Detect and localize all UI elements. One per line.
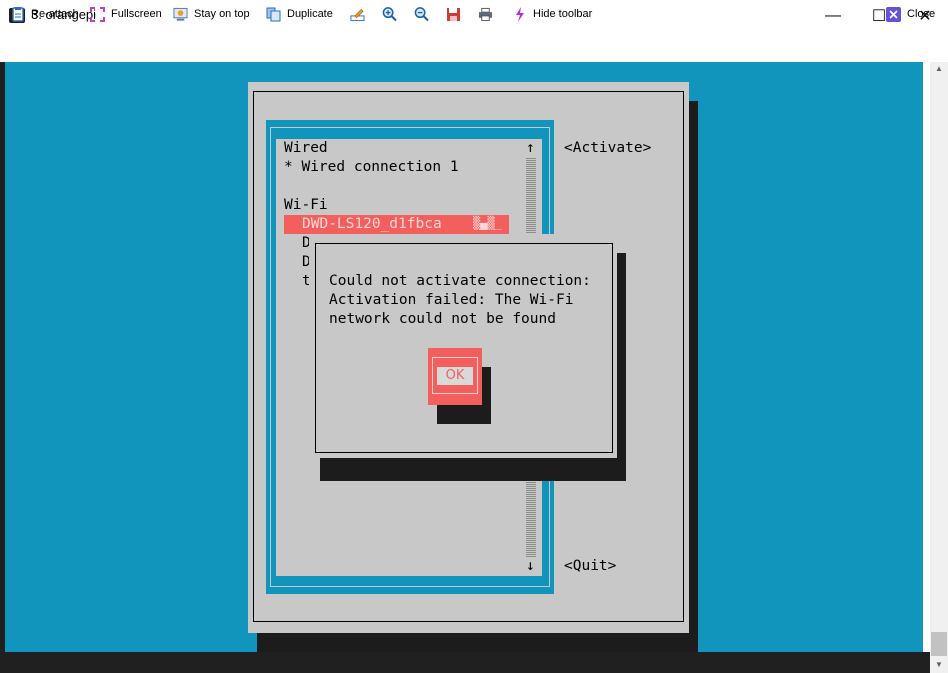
stay-on-top-label: Stay on top xyxy=(194,8,250,20)
edit-icon xyxy=(350,7,365,22)
reattach-button[interactable]: Re-attach xyxy=(10,4,79,24)
zoom-out-button[interactable] xyxy=(414,4,435,24)
scrollbar-thumb[interactable] xyxy=(931,632,947,656)
zoom-in-button[interactable] xyxy=(382,4,403,24)
hide-toolbar-label: Hide toolbar xyxy=(533,8,593,20)
wifi-header: Wi-Fi xyxy=(284,197,328,213)
dialog-message-line-3: network could not be found xyxy=(329,311,556,327)
fullscreen-button[interactable]: Fullscreen xyxy=(90,4,162,24)
stay-on-top-icon xyxy=(173,7,188,22)
list-item-wired-connection-1[interactable]: * Wired connection 1 xyxy=(284,159,459,175)
stay-on-top-button[interactable]: Stay on top xyxy=(173,4,250,24)
close-label: Close xyxy=(907,8,936,20)
zoom-in-icon xyxy=(382,7,397,22)
wifi-ssid-selected: DWD-LS120_d1fbca xyxy=(302,216,442,232)
save-icon xyxy=(446,7,461,22)
print-icon xyxy=(478,7,493,22)
wifi-signal-icon: ▒▄▒_ xyxy=(473,216,502,230)
print-button[interactable] xyxy=(478,4,499,24)
list-scroll-down-icon[interactable]: ↓ xyxy=(526,558,535,574)
edit-button[interactable] xyxy=(350,4,371,24)
dialog-message-line-1: Could not activate connection: xyxy=(329,273,591,289)
ok-button-label[interactable]: OK xyxy=(437,367,473,385)
duplicate-label: Duplicate xyxy=(287,8,333,20)
duplicate-icon xyxy=(266,7,281,22)
scroll-up-icon[interactable]: ▲ xyxy=(930,62,948,76)
hide-toolbar-button[interactable]: Hide toolbar xyxy=(512,4,592,24)
list-scroll-up-icon[interactable]: ↑ xyxy=(526,140,535,156)
wired-header: Wired xyxy=(284,140,328,156)
fullscreen-label: Fullscreen xyxy=(111,8,162,20)
close-button[interactable]: Close xyxy=(886,4,935,24)
minimize-button[interactable]: — xyxy=(810,0,856,31)
toolbar xyxy=(0,31,948,58)
dialog-message-line-2: Activation failed: The Wi-Fi xyxy=(329,292,574,308)
activate-button[interactable]: <Activate> xyxy=(564,140,651,156)
hide-toolbar-icon xyxy=(512,6,527,22)
maximize-icon: ☐ xyxy=(871,7,887,25)
fullscreen-icon xyxy=(90,6,105,22)
minimize-icon: — xyxy=(825,6,841,24)
terminal-scrollbar[interactable] xyxy=(930,62,948,673)
reattach-icon xyxy=(10,6,25,22)
duplicate-button[interactable]: Duplicate xyxy=(266,4,333,24)
save-button[interactable] xyxy=(446,4,467,24)
zoom-out-icon xyxy=(414,7,429,22)
terminal-bottom-strip xyxy=(0,652,948,673)
close-icon xyxy=(886,6,901,22)
quit-button[interactable]: <Quit> xyxy=(564,558,616,574)
reattach-label: Re-attach xyxy=(31,8,79,20)
scroll-down-icon[interactable]: ▼ xyxy=(930,658,948,672)
